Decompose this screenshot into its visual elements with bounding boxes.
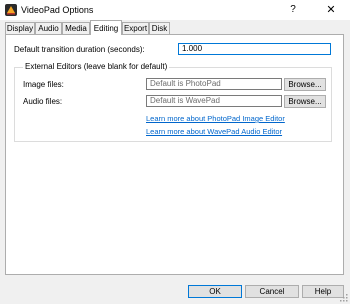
tab-media[interactable]: Media (62, 22, 90, 34)
window-title: VideoPad Options (21, 5, 94, 15)
title-bar: VideoPad Options ? ✕ (0, 0, 350, 20)
audio-files-input[interactable]: Default is WavePad (146, 95, 282, 107)
close-icon[interactable]: ✕ (323, 3, 339, 17)
external-editors-title: External Editors (leave blank for defaul… (23, 62, 170, 71)
tab-audio[interactable]: Audio (35, 22, 62, 34)
tab-export[interactable]: Export (122, 22, 149, 34)
transition-duration-input[interactable]: 1.000 (178, 43, 331, 55)
image-files-label: Image files: (23, 80, 64, 89)
wavepad-link[interactable]: Learn more about WavePad Audio Editor (146, 127, 282, 136)
transition-duration-label: Default transition duration (seconds): (14, 45, 145, 54)
ok-button[interactable]: OK (188, 285, 242, 298)
editing-panel: Default transition duration (seconds): 1… (5, 34, 344, 275)
cancel-button[interactable]: Cancel (245, 285, 299, 298)
audio-browse-button[interactable]: Browse... (284, 95, 326, 108)
audio-files-label: Audio files: (23, 97, 63, 106)
title-help-button[interactable]: ? (285, 3, 301, 17)
tab-display[interactable]: Display (5, 22, 35, 34)
resize-grip-icon[interactable] (340, 294, 348, 302)
videopad-app-icon (5, 4, 17, 16)
tab-editing[interactable]: Editing (90, 20, 122, 35)
image-files-input[interactable]: Default is PhotoPad (146, 78, 282, 90)
tab-disk[interactable]: Disk (149, 22, 170, 34)
image-browse-button[interactable]: Browse... (284, 78, 326, 91)
photopad-link[interactable]: Learn more about PhotoPad Image Editor (146, 114, 285, 123)
help-button[interactable]: Help (302, 285, 344, 298)
